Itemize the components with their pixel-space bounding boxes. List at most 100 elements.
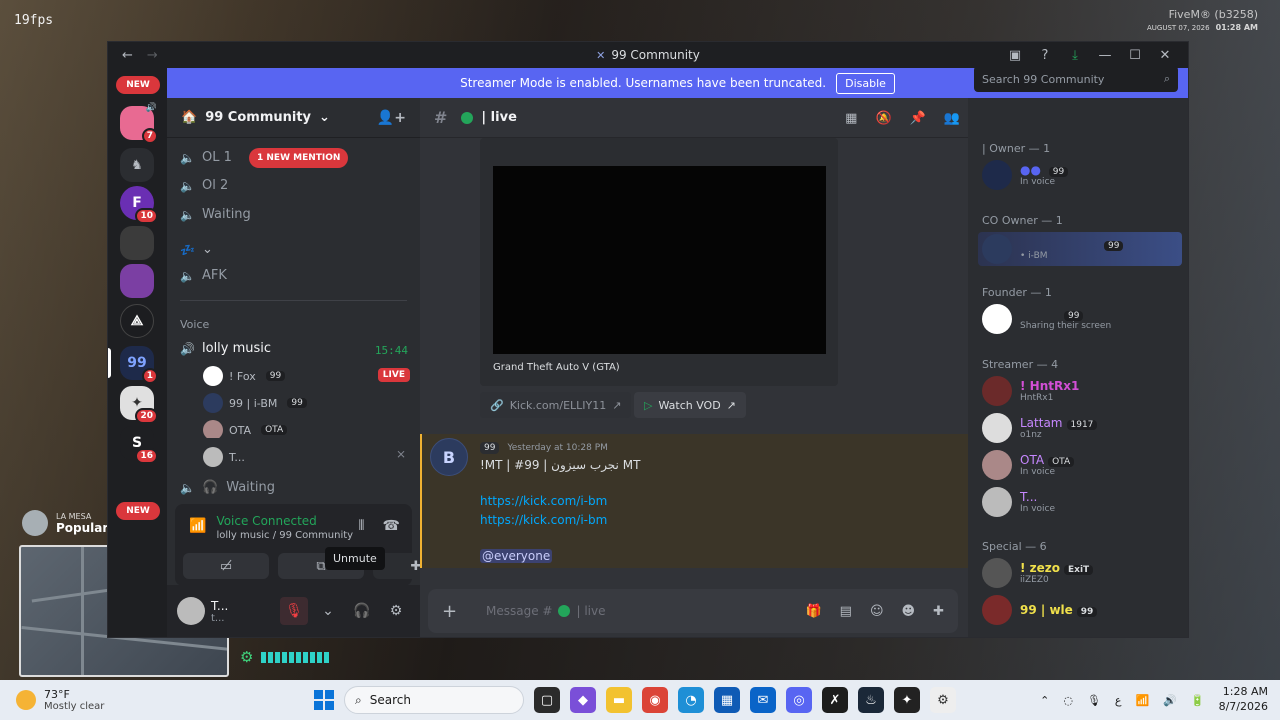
server-icon-2[interactable]: ♞ (120, 148, 154, 182)
channel-ol1[interactable]: 🔈 OL 1 (180, 150, 232, 165)
server-icon-9[interactable]: S 16 (120, 426, 158, 464)
mic-icon[interactable]: 🎙 (1087, 694, 1101, 707)
steam-icon[interactable]: ♨ (858, 687, 884, 713)
server-icon-5[interactable] (120, 264, 154, 298)
search-input[interactable]: Search 99 Community ⌕ (974, 66, 1178, 92)
signal-icon[interactable]: 📶 (189, 518, 206, 534)
new-badge-bottom[interactable]: NEW (116, 502, 160, 520)
language-indicator[interactable]: ع (1115, 694, 1122, 707)
wifi-icon[interactable]: 📶 (1135, 694, 1149, 707)
help-icon[interactable]: ? (1030, 48, 1060, 63)
category-collapse[interactable]: 💤 ⌄ (180, 242, 213, 257)
author-avatar[interactable]: B (430, 438, 468, 476)
kick-link-button[interactable]: 🔗 Kick.com/ELLIY11 ↗ (480, 392, 632, 418)
discord-icon[interactable]: ◎ (786, 687, 812, 713)
member-list-icon[interactable]: 👥 (944, 111, 960, 126)
chrome-icon[interactable]: ◉ (642, 687, 668, 713)
noise-suppression-icon[interactable]: ⦀ (358, 518, 364, 534)
stream-embed[interactable]: Grand Theft Auto V (GTA) (480, 138, 838, 386)
clock[interactable]: 1:28 AM 8/7/2026 (1219, 685, 1268, 715)
invite-icon[interactable]: 👤+ (377, 110, 406, 126)
pin-icon[interactable]: 📌 (910, 111, 926, 126)
disconnect-icon[interactable]: ☎ (383, 518, 400, 534)
forward-button[interactable]: → (147, 48, 158, 63)
member-special[interactable]: 99 | wle 99 (982, 595, 1098, 625)
chevron-down-icon[interactable]: ⌄ (314, 597, 342, 625)
download-icon[interactable]: ⤓ (1060, 48, 1090, 63)
channel-waiting[interactable]: 🔈 Waiting (180, 207, 251, 222)
copilot-icon[interactable]: ◆ (570, 687, 596, 713)
weather-widget[interactable]: 73°F Mostly clear (16, 688, 104, 712)
member-streamer[interactable]: ! HntRx1 HntRx1 (982, 376, 1079, 406)
server-icon-1[interactable]: 🔊 7 (120, 103, 158, 144)
outlook-icon[interactable]: ✉ (750, 687, 776, 713)
user-name: T... (211, 598, 229, 613)
everyone-mention[interactable]: @everyone (480, 549, 553, 563)
maximize-button[interactable]: ☐ (1120, 48, 1150, 63)
embed-thumbnail[interactable] (493, 166, 826, 354)
member-founder[interactable]: 99 Sharing their screen (982, 304, 1111, 334)
member-streamer[interactable]: OTA OTA In voice (982, 450, 1075, 480)
inbox-icon[interactable]: ▣ (1000, 48, 1030, 63)
server-icon-99[interactable]: 99 1 (120, 346, 158, 384)
mic-muted-icon[interactable]: 🎙 (280, 597, 308, 625)
voice-user[interactable]: T... (203, 447, 245, 467)
rockstar-icon[interactable]: ✦ (894, 687, 920, 713)
camera-button[interactable]: ▭̸ (183, 553, 269, 579)
close-button[interactable]: ✕ (1150, 48, 1180, 63)
settings-gear-icon[interactable]: ⚙ (382, 597, 410, 625)
message-link[interactable]: https://kick.com/i-bm (480, 494, 607, 508)
settings-icon[interactable]: ⚙ (930, 687, 956, 713)
channel-waiting-voice[interactable]: 🔈 🎧 Waiting (180, 480, 275, 495)
message-composer[interactable]: + Message # | live 🎁 ▤ ☺ ☻ ✚ (428, 589, 958, 633)
notifications-muted-icon[interactable]: 🔕 (875, 111, 891, 126)
task-view-icon[interactable]: ▢ (534, 687, 560, 713)
watch-vod-button[interactable]: ▷ Watch VOD ↗ (634, 392, 746, 418)
voice-user[interactable]: ! Fox 99 (203, 366, 286, 386)
server-icon-3[interactable]: F 10 (120, 186, 158, 224)
member-owner[interactable]: ●● 99 In voice (982, 160, 1069, 190)
server-icon-4[interactable] (120, 226, 154, 260)
chevron-up-icon[interactable]: ⌃ (1040, 694, 1049, 707)
message-link[interactable]: https://kick.com/i-bm (480, 513, 607, 527)
server-icon-6[interactable]: ⟁ (120, 304, 154, 338)
volume-icon[interactable]: 🔊 (1163, 694, 1177, 707)
fivem-datetime: AUGUST 07, 2026 01:28 AM (1147, 23, 1258, 32)
user-avatar[interactable] (177, 597, 205, 625)
server-header[interactable]: 🏠 99 Community ⌄ 👤+ (167, 98, 420, 138)
gift-icon[interactable]: 🎁 (805, 604, 821, 619)
server-icon-8[interactable]: ✦ 20 (120, 386, 158, 424)
app-icon[interactable]: ✗ (822, 687, 848, 713)
member-co-owner[interactable]: 99 • i-BM (978, 232, 1182, 266)
headphones-icon[interactable]: 🎧 (348, 597, 376, 625)
channel-lolly-music[interactable]: 🔊 lolly music (180, 341, 271, 356)
new-badge[interactable]: NEW (116, 76, 160, 94)
battery-icon[interactable]: 🔋 (1191, 694, 1205, 707)
voice-category[interactable]: Voice (180, 318, 209, 331)
disable-streamer-button[interactable]: Disable (836, 72, 895, 94)
store-icon[interactable]: ▦ (714, 687, 740, 713)
voice-user[interactable]: 99 | i-BM 99 (203, 393, 307, 413)
sticker-icon[interactable]: ☺ (870, 604, 884, 619)
start-button[interactable] (314, 690, 334, 710)
threads-icon[interactable]: ▦ (845, 111, 857, 126)
channel-ol2[interactable]: 🔈 Ol 2 (180, 178, 228, 193)
file-explorer-icon[interactable]: ▬ (606, 687, 632, 713)
network-icon[interactable]: ◌ (1063, 694, 1073, 707)
apps-icon[interactable]: ✚ (933, 604, 944, 619)
taskbar-search[interactable]: ⌕ Search (344, 686, 524, 714)
emoji-icon[interactable]: ☻ (902, 604, 916, 619)
channel-afk[interactable]: 🔈 AFK (180, 268, 227, 283)
member-special[interactable]: ! zezo ExiT iiZEZ0 (982, 558, 1094, 588)
edge-icon[interactable]: ◔ (678, 687, 704, 713)
voice-user[interactable]: OTA OTA (203, 420, 288, 438)
gif-icon[interactable]: ▤ (840, 604, 852, 619)
voice-status[interactable]: Voice Connected (216, 514, 353, 528)
external-link-icon: ↗ (612, 398, 622, 412)
back-button[interactable]: ← (122, 48, 133, 63)
new-mention-badge[interactable]: 1 NEW MENTION (249, 148, 349, 168)
minimize-button[interactable]: — (1090, 48, 1120, 63)
add-attachment-icon[interactable]: + (442, 601, 468, 622)
member-streamer[interactable]: T... In voice (982, 487, 1055, 517)
member-streamer[interactable]: Lattam 1917 o1nz (982, 413, 1098, 443)
